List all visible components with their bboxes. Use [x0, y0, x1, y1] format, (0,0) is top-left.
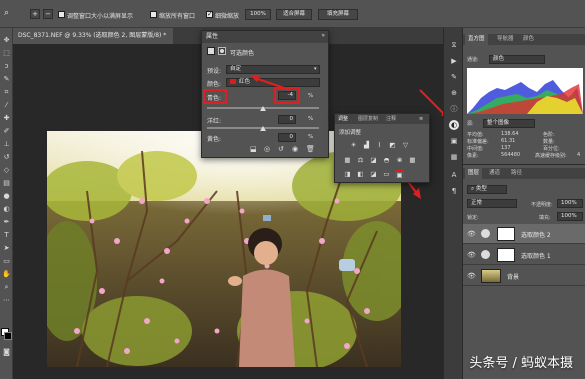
channel-mixer-icon[interactable]: ▦: [408, 156, 417, 164]
adjustment-thumbnail: [481, 229, 490, 238]
posterize-icon[interactable]: ◧: [356, 170, 365, 178]
mean-label: 平均值:: [467, 132, 484, 138]
lock-label: 锁定:: [467, 215, 479, 221]
adjustments-panel-icon[interactable]: ◐: [449, 120, 459, 130]
tab-navigator[interactable]: 导航器: [497, 34, 514, 45]
selective-color-icon[interactable]: ▣: [395, 170, 404, 179]
actions-icon[interactable]: ▶: [449, 56, 459, 66]
layer-name[interactable]: 背景: [507, 272, 519, 281]
layer-name[interactable]: 选取颜色 2: [521, 230, 551, 239]
layer-filter-dropdown[interactable]: ⌕ 类型: [467, 185, 507, 194]
std-label: 标准偏差:: [467, 139, 489, 145]
levels-icon[interactable]: ▟: [362, 141, 371, 149]
history-icon[interactable]: ⧖: [449, 40, 459, 50]
cache-value: 4: [577, 152, 581, 158]
histogram-panel: 直方图 导航器 颜色 通道: 颜色 源: 整个图像 平均值: 138.64 标准…: [463, 28, 585, 164]
layer-row[interactable]: 👁 选取颜色 1: [463, 245, 585, 265]
eye-icon[interactable]: 👁: [467, 230, 476, 238]
cache-label: 高速缓存级别:: [535, 153, 567, 159]
layers-panel: 图层 通道 路径 ⌕ 类型 正常 不透明度: 100% 锁定: 填充: 100%…: [463, 164, 585, 379]
eye-icon[interactable]: 👁: [467, 251, 476, 259]
opacity-input[interactable]: 100%: [557, 199, 583, 208]
histogram-graph: [467, 68, 583, 114]
character-icon[interactable]: A: [449, 170, 459, 180]
mean-value: 138.64: [501, 131, 519, 137]
vibrance-icon[interactable]: ▦: [343, 156, 352, 164]
paragraph-icon[interactable]: ¶: [449, 186, 459, 196]
pixels-value: 564480: [501, 152, 521, 158]
layer-row[interactable]: 👁 选取颜色 2: [463, 224, 585, 244]
tab-layers[interactable]: 图层: [465, 168, 483, 179]
layer-name[interactable]: 选取颜色 1: [521, 251, 551, 260]
layers-tab-bar: 图层 通道 路径: [463, 168, 585, 179]
brush-settings-icon[interactable]: ✎: [449, 72, 459, 82]
color-balance-icon[interactable]: ◪: [369, 156, 378, 164]
percentile-label: 百分位:: [543, 146, 560, 152]
channel-dropdown[interactable]: 颜色: [489, 55, 545, 64]
tab-notes[interactable]: 注释: [386, 114, 396, 124]
add-adjustment-label: 添加调整: [339, 130, 362, 136]
median-value: 137: [501, 145, 511, 151]
std-value: 61.31: [501, 138, 516, 144]
tab-adjustments[interactable]: 调整: [338, 114, 348, 124]
hue-saturation-icon[interactable]: ⚖: [356, 156, 365, 164]
threshold-icon[interactable]: ◪: [369, 170, 378, 178]
tab-histogram[interactable]: 直方图: [465, 34, 488, 45]
opacity-label: 不透明度:: [531, 202, 553, 208]
clone-source-icon[interactable]: ⊕: [449, 88, 459, 98]
layer-row[interactable]: 👁 背景: [463, 266, 585, 286]
median-label: 中间值:: [467, 146, 484, 152]
gradient-triangle-icon[interactable]: ▽: [401, 141, 410, 149]
panel-icon-strip: ⧖ ▶ ✎ ⊕ ⓘ ◐ ▣ ▦ A ¶: [443, 28, 463, 379]
layer-mask-thumbnail[interactable]: [497, 227, 515, 241]
info-icon[interactable]: ⓘ: [449, 104, 459, 114]
adjustments-panel: 调整 图层复制 注释 ≡ 添加调整 ☀ ▟ ⌇ ◩ ▽ ▦ ⚖ ◪ ◓ ❀ ▦ …: [334, 113, 430, 183]
histogram-tab-bar: 直方图 导航器 颜色: [463, 34, 585, 45]
gradient-map-icon[interactable]: ▭: [382, 170, 391, 178]
level-label: 色阶:: [543, 132, 555, 138]
eye-icon[interactable]: 👁: [467, 272, 476, 280]
black-white-icon[interactable]: ◓: [382, 156, 391, 164]
adjustments-tab-bar: 调整 图层复制 注释 ≡: [335, 114, 429, 124]
background-thumbnail: [481, 269, 501, 283]
fill-input[interactable]: 100%: [557, 212, 583, 221]
panel-menu-icon[interactable]: ≡: [419, 114, 423, 124]
invert-icon[interactable]: ◨: [343, 170, 352, 178]
watermark: 头条号 / 蚂蚁本摄: [469, 356, 573, 371]
source-label: 源:: [467, 121, 474, 127]
source-dropdown[interactable]: 整个图像: [483, 119, 535, 128]
tab-channels[interactable]: 通道: [489, 168, 500, 179]
brightness-icon[interactable]: ☀: [349, 141, 358, 149]
photo-filter-icon[interactable]: ❀: [395, 156, 404, 164]
layer-mask-thumbnail[interactable]: [497, 248, 515, 262]
styles-icon[interactable]: ▣: [449, 136, 459, 146]
swatches-icon[interactable]: ▦: [449, 152, 459, 162]
channel-label: 通道:: [467, 57, 479, 63]
fill-label: 填充:: [539, 215, 551, 221]
pixels-label: 像素:: [467, 153, 479, 159]
tab-color[interactable]: 颜色: [523, 34, 534, 45]
layer-filter-value: 类型: [475, 186, 487, 192]
adjustment-thumbnail: [481, 250, 490, 259]
tab-styles[interactable]: 图层复制: [358, 114, 378, 124]
curves-icon[interactable]: ⌇: [375, 141, 384, 149]
exposure-icon[interactable]: ◩: [388, 141, 397, 149]
blend-mode-dropdown[interactable]: 正常: [467, 199, 517, 208]
count-label: 数量:: [543, 139, 555, 145]
tab-paths[interactable]: 路径: [511, 168, 522, 179]
